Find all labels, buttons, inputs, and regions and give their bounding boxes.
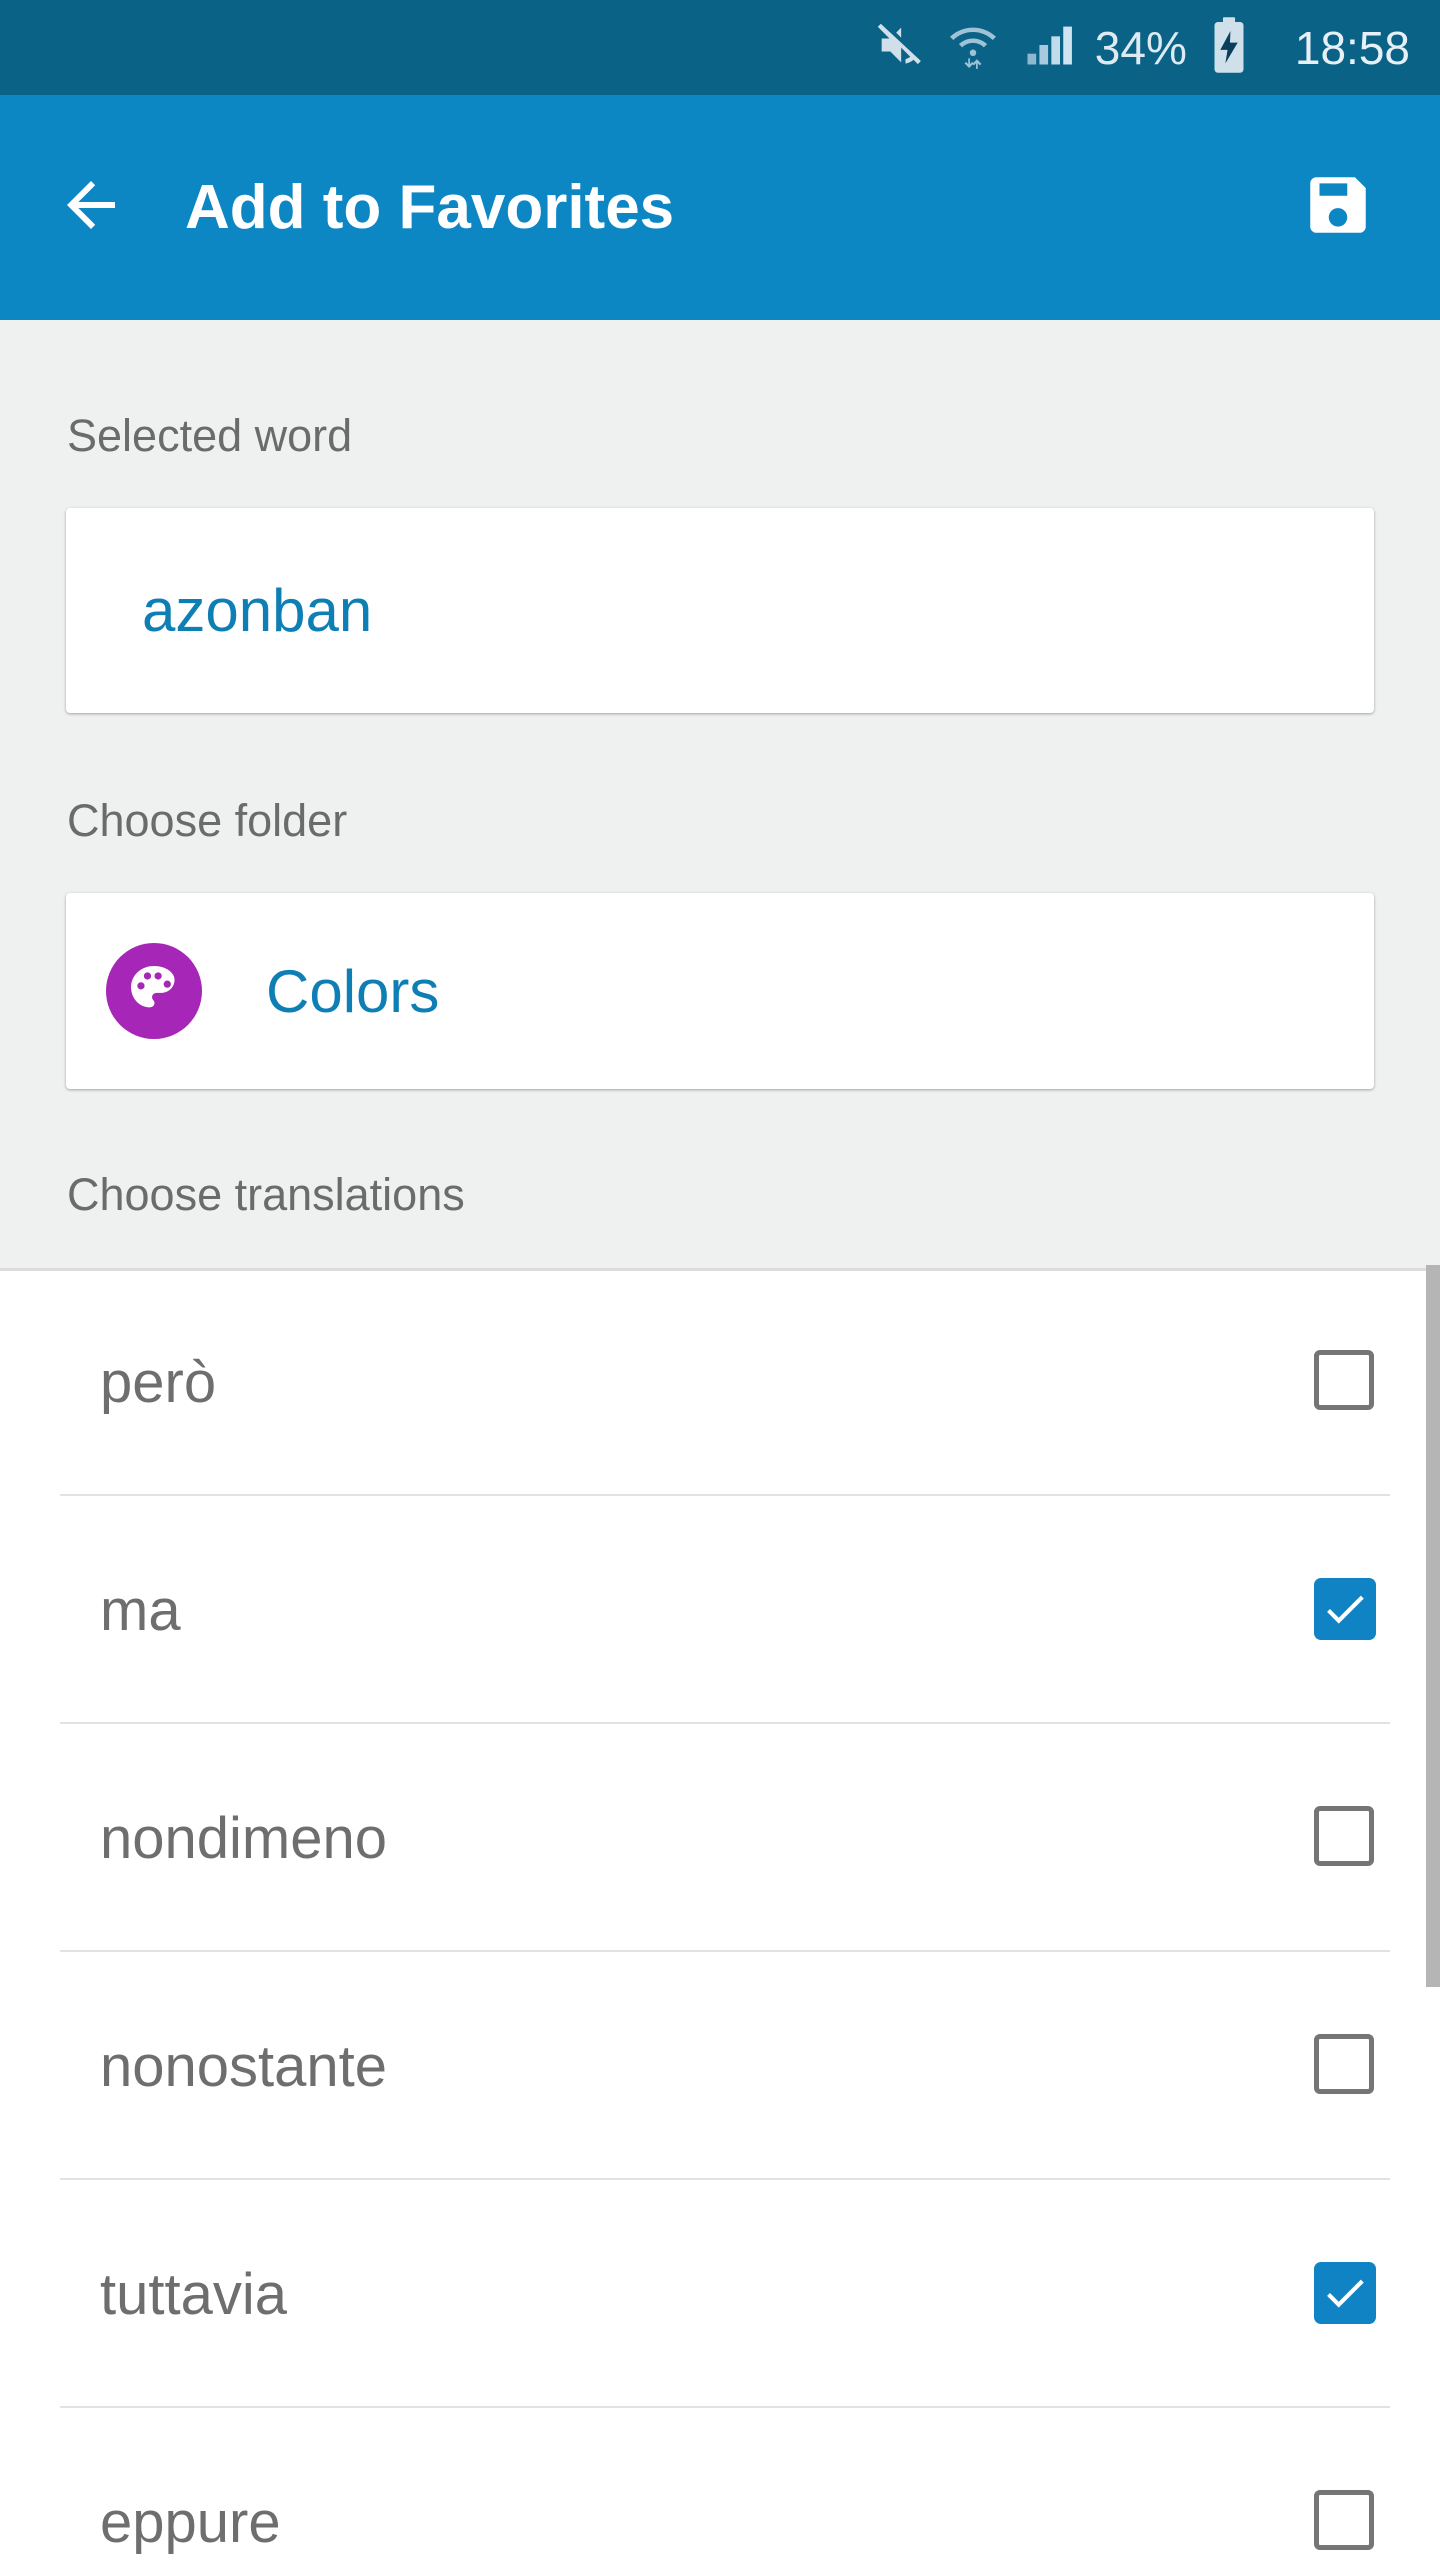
battery-charging-icon	[1209, 16, 1249, 79]
translations-list: però ma nondimeno nonostante tuttavia eppure	[0, 1268, 1440, 2560]
translation-row[interactable]: però	[0, 1268, 1440, 1496]
volume-mute-icon	[873, 19, 925, 76]
translation-row[interactable]: ma	[0, 1496, 1440, 1724]
scrollbar-thumb[interactable]	[1426, 1265, 1440, 1987]
translation-label: eppure	[100, 2489, 281, 2555]
checkbox-checked[interactable]	[1314, 1578, 1378, 1642]
translation-label: nondimeno	[100, 1805, 387, 1871]
folder-selector-card[interactable]: Colors	[66, 893, 1374, 1089]
phone-screen: 34% 18:58 Add to Favorites Selected word…	[0, 0, 1440, 2560]
checkbox-unchecked[interactable]	[1314, 2034, 1378, 2098]
checkbox-checked[interactable]	[1314, 2262, 1378, 2326]
check-icon	[1314, 1578, 1376, 1640]
status-bar-icons: 34% 18:58	[873, 16, 1410, 79]
choose-translations-label: Choose translations	[67, 1169, 465, 1220]
arrow-back-icon	[55, 169, 127, 246]
translation-row[interactable]: nonostante	[0, 1952, 1440, 2180]
page-title: Add to Favorites	[185, 173, 675, 242]
clock-label: 18:58	[1294, 21, 1410, 74]
check-icon	[1314, 2262, 1376, 2324]
folder-avatar	[106, 943, 202, 1039]
translation-label: nonostante	[100, 2033, 388, 2099]
translation-row[interactable]: tuttavia	[0, 2180, 1440, 2408]
save-button[interactable]	[1298, 168, 1378, 248]
translation-label: ma	[100, 1577, 181, 1643]
floppy-save-icon	[1301, 168, 1375, 247]
checkbox-box	[1314, 1806, 1374, 1866]
selected-word-label: Selected word	[67, 410, 353, 461]
back-button[interactable]	[55, 172, 127, 244]
folder-name: Colors	[266, 957, 440, 1025]
translation-row[interactable]: eppure	[0, 2408, 1440, 2560]
battery-percent-label: 34%	[1094, 21, 1187, 74]
selected-word-value: azonban	[142, 577, 373, 644]
checkbox-box	[1314, 1350, 1374, 1410]
signal-bars-icon	[1021, 19, 1073, 76]
checkbox-unchecked[interactable]	[1314, 2490, 1378, 2554]
palette-icon	[125, 960, 183, 1023]
checkbox-unchecked[interactable]	[1314, 1806, 1378, 1870]
checkbox-box	[1314, 2034, 1374, 2094]
selected-word-card[interactable]: azonban	[66, 508, 1374, 713]
translation-label: però	[100, 1349, 217, 1415]
translation-label: tuttavia	[100, 2261, 287, 2327]
app-bar: Add to Favorites	[0, 95, 1440, 320]
status-bar: 34% 18:58	[0, 0, 1440, 95]
translation-row[interactable]: nondimeno	[0, 1724, 1440, 1952]
wifi-icon	[947, 19, 999, 76]
checkbox-box	[1314, 2490, 1374, 2550]
choose-folder-label: Choose folder	[67, 795, 348, 846]
checkbox-unchecked[interactable]	[1314, 1350, 1378, 1414]
